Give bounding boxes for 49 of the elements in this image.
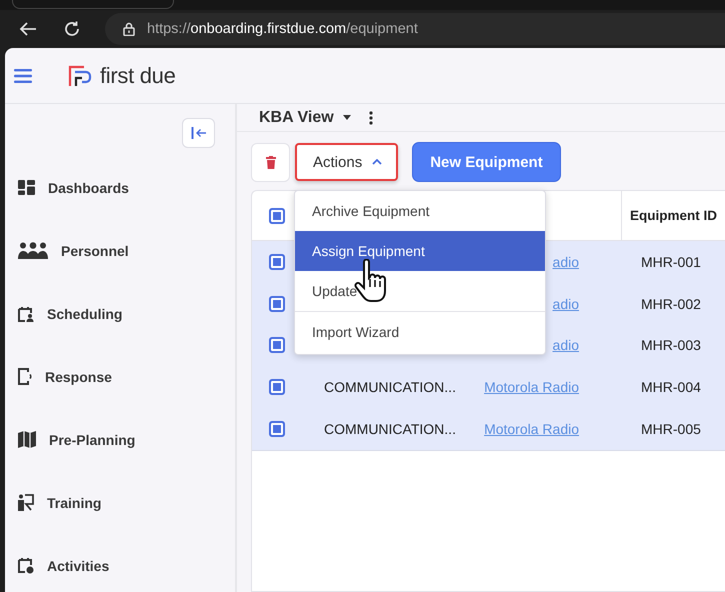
sidebar-item[interactable]: Personnel xyxy=(5,219,235,282)
sidebar-item[interactable]: Response xyxy=(5,345,235,408)
calendar-person-icon xyxy=(18,306,34,322)
sidebar-item[interactable]: Activities xyxy=(5,534,235,592)
table-cell: MHR-002 xyxy=(641,296,701,312)
column-header[interactable]: Equipment ID xyxy=(621,191,725,240)
menu-item[interactable]: Archive Equipment xyxy=(295,191,545,231)
logo-icon xyxy=(68,64,92,88)
sidebar-item[interactable]: Dashboards xyxy=(5,156,235,219)
menu-icon[interactable] xyxy=(14,68,32,82)
device-icon xyxy=(18,368,32,385)
sidebar-item[interactable]: Training xyxy=(5,471,235,534)
checkbox[interactable] xyxy=(269,254,285,270)
address-bar[interactable]: https://onboarding.firstdue.com/equipment xyxy=(105,13,725,45)
checkbox[interactable] xyxy=(269,296,285,312)
menu-item[interactable]: Import Wizard xyxy=(295,311,545,352)
people-icon xyxy=(18,242,48,259)
teacher-icon xyxy=(18,494,34,511)
menu-item[interactable]: Assign Equipment xyxy=(295,231,545,271)
checkbox[interactable] xyxy=(269,337,285,354)
calendar-dot-icon xyxy=(18,557,34,574)
menu-item[interactable]: Update xyxy=(295,271,545,311)
checkbox[interactable] xyxy=(269,421,285,438)
caret-icon xyxy=(342,115,351,120)
sidebar-item[interactable]: Scheduling xyxy=(5,282,235,345)
table-cell: MHR-005 xyxy=(641,421,701,438)
table-cell: COMMUNICATION... xyxy=(324,421,456,438)
chevron-icon xyxy=(372,159,382,165)
collapse-sidebar-button[interactable] xyxy=(182,118,215,148)
actions-button[interactable]: Actions xyxy=(295,143,398,181)
more-options-icon[interactable] xyxy=(368,110,373,124)
collapse-icon xyxy=(190,127,206,139)
map-icon xyxy=(18,431,36,448)
table-cell: MHR-004 xyxy=(641,379,701,396)
checkbox[interactable] xyxy=(269,208,285,224)
checkbox[interactable] xyxy=(269,379,285,396)
back-icon[interactable] xyxy=(19,21,37,37)
table-cell: MHR-003 xyxy=(641,337,701,354)
table-cell: MHR-001 xyxy=(641,254,701,270)
table-cell: COMMUNICATION... xyxy=(324,379,456,396)
delete-button[interactable] xyxy=(251,142,290,182)
sidebar-item[interactable]: Pre-Planning xyxy=(5,408,235,471)
dashboard-icon xyxy=(18,180,35,195)
new-equipment-button[interactable]: New Equipment xyxy=(412,142,561,182)
view-selector[interactable]: KBA View xyxy=(259,108,351,126)
trash-icon xyxy=(266,156,276,168)
lock-icon xyxy=(123,22,135,36)
reload-icon[interactable] xyxy=(63,20,81,38)
logo-text: first due xyxy=(100,62,176,88)
